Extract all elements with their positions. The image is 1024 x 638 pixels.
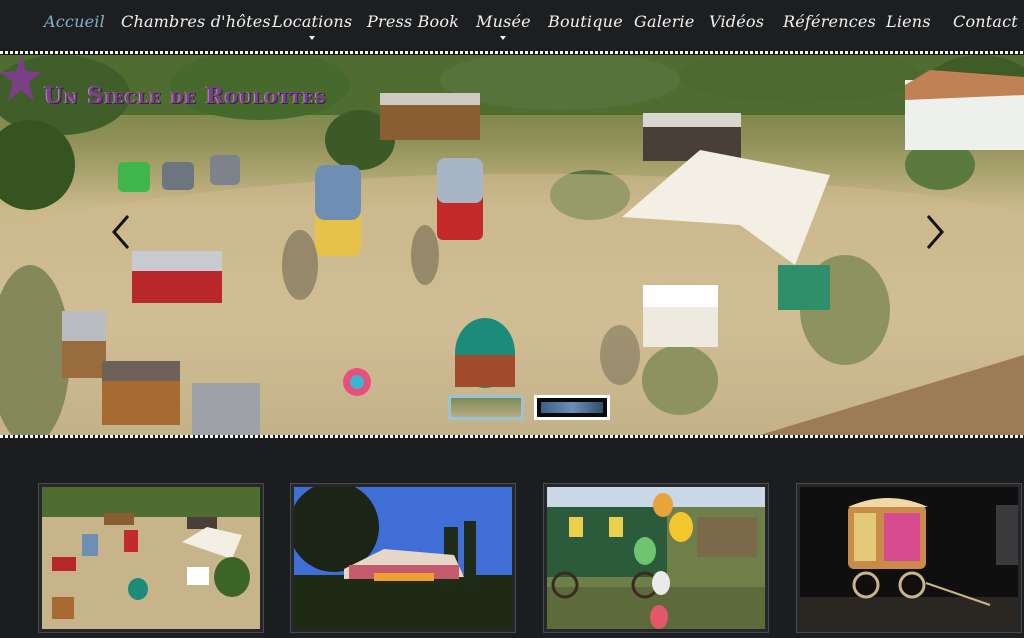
nav-item-videos[interactable]: Vidéos bbox=[709, 12, 764, 38]
main-navigation: Accueil Chambres d'hôtes Locations Press… bbox=[0, 0, 1024, 52]
nav-label: Contact & P bbox=[953, 12, 1024, 31]
nav-label: Press Book bbox=[367, 12, 460, 31]
slider-prev-button[interactable] bbox=[108, 212, 134, 252]
nav-item-chambres[interactable]: Chambres d'hôtes bbox=[121, 12, 271, 38]
pager-thumb-image bbox=[541, 402, 603, 413]
nav-item-musee[interactable]: Musée bbox=[476, 12, 531, 40]
nav-label: Chambres d'hôtes bbox=[121, 12, 271, 31]
nav-label: Musée bbox=[476, 12, 531, 31]
nav-label: Références bbox=[783, 12, 876, 31]
thumbnail-image bbox=[294, 487, 512, 629]
slider-pager-thumb-2[interactable] bbox=[534, 395, 610, 420]
hero-aerial-photo bbox=[0, 55, 1024, 435]
nav-item-boutique[interactable]: Boutique bbox=[548, 12, 623, 38]
nav-item-accueil[interactable]: Accueil bbox=[44, 12, 105, 38]
nav-item-press-book[interactable]: Press Book bbox=[367, 12, 459, 38]
nav-item-locations[interactable]: Locations bbox=[272, 12, 353, 40]
nav-item-contact[interactable]: Contact & P bbox=[953, 12, 1024, 38]
nav-label: Vidéos bbox=[709, 12, 765, 31]
hero-slider: Un Siecle de Roulottes bbox=[0, 55, 1024, 435]
nav-item-references[interactable]: Références bbox=[783, 12, 876, 38]
slider-next-button[interactable] bbox=[922, 212, 948, 252]
thumbnail-image bbox=[42, 487, 260, 629]
nav-label: Boutique bbox=[548, 12, 623, 31]
thumbnail-image bbox=[547, 487, 765, 629]
chevron-right-icon bbox=[926, 215, 944, 249]
logo-star-icon bbox=[0, 55, 42, 101]
nav-label: Galerie bbox=[634, 12, 695, 31]
gallery-thumbnail-4[interactable] bbox=[796, 483, 1022, 633]
nav-item-liens[interactable]: Liens bbox=[886, 12, 931, 38]
nav-label: Locations bbox=[272, 12, 353, 31]
nav-item-galerie[interactable]: Galerie bbox=[634, 12, 695, 38]
gallery-thumbnail-2[interactable] bbox=[290, 483, 516, 633]
chevron-left-icon bbox=[112, 215, 130, 249]
nav-label: Liens bbox=[886, 12, 931, 31]
stitched-divider-bottom bbox=[0, 435, 1024, 438]
stitched-divider-top bbox=[0, 51, 1024, 54]
gallery-thumbnail-3[interactable] bbox=[543, 483, 769, 633]
site-logo-text[interactable]: Un Siecle de Roulottes bbox=[44, 83, 327, 109]
caret-down-icon bbox=[309, 36, 316, 40]
caret-down-icon bbox=[500, 36, 507, 40]
thumbnail-image bbox=[800, 487, 1018, 629]
slider-pager-thumb-1[interactable] bbox=[448, 395, 524, 420]
gallery-thumbnail-1[interactable] bbox=[38, 483, 264, 633]
nav-label: Accueil bbox=[44, 12, 105, 31]
